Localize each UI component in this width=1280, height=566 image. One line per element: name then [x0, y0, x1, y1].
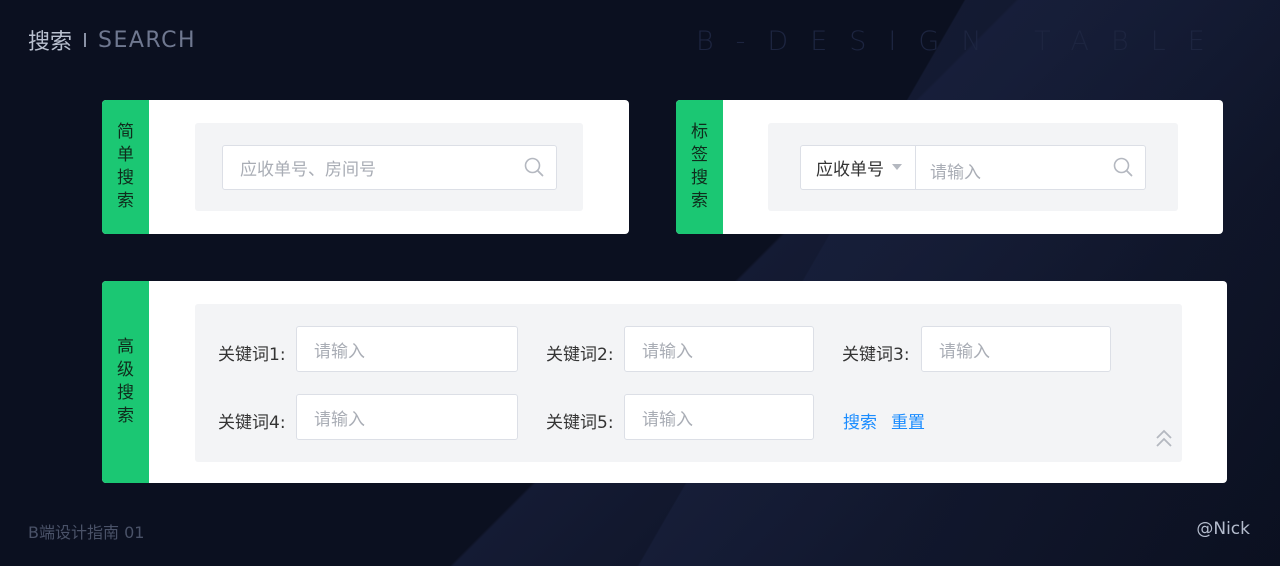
- tag-char: 索: [117, 191, 134, 211]
- tag-char: 高: [117, 337, 134, 357]
- page-title-en: SEARCH: [98, 27, 197, 53]
- search-icon[interactable]: [524, 157, 544, 177]
- tag-char: 简: [117, 122, 134, 142]
- advanced-search-card: 高 级 搜 索 关键词1: 请输入 关键词2: 请输入 关键词3: 请输入 关键…: [102, 281, 1227, 483]
- tag-search-group: 应收单号 请输入: [800, 145, 1146, 190]
- keyword1-placeholder: 请输入: [314, 341, 365, 362]
- keyword2-input[interactable]: 请输入: [624, 326, 814, 372]
- keyword3-placeholder: 请输入: [939, 341, 990, 362]
- advanced-search-panel: 关键词1: 请输入 关键词2: 请输入 关键词3: 请输入 关键词4: 请输入 …: [195, 304, 1182, 462]
- tag-search-panel: 应收单号 请输入: [768, 123, 1178, 211]
- tag-char: 搜: [117, 383, 134, 403]
- field-select-value: 应收单号: [816, 160, 884, 180]
- reset-button[interactable]: 重置: [891, 408, 925, 433]
- footer-left-text: B端设计指南 01: [28, 523, 145, 542]
- keyword3-label: 关键词3:: [842, 345, 910, 365]
- tag-char: 级: [117, 360, 134, 380]
- page-title-cn: 搜索: [28, 30, 73, 55]
- tag-search-input-placeholder[interactable]: 请输入: [930, 158, 981, 183]
- keyword1-label: 关键词1:: [218, 345, 286, 365]
- keyword5-input[interactable]: 请输入: [624, 394, 814, 440]
- field-select[interactable]: 应收单号: [801, 146, 916, 189]
- simple-search-placeholder: 应收单号、房间号: [240, 160, 376, 180]
- simple-search-panel: 应收单号、房间号: [195, 123, 583, 211]
- caret-down-icon: [892, 164, 902, 170]
- keyword2-placeholder: 请输入: [642, 341, 693, 362]
- simple-search-tag: 简 单 搜 索: [102, 100, 149, 234]
- keyword5-placeholder: 请输入: [642, 409, 693, 430]
- simple-search-input[interactable]: 应收单号、房间号: [222, 145, 557, 190]
- tag-search-card: 标 签 搜 索 应收单号 请输入: [676, 100, 1223, 234]
- page-title: 搜索 SEARCH: [28, 24, 196, 56]
- collapse-icon[interactable]: [1155, 428, 1173, 450]
- search-icon[interactable]: [1113, 157, 1133, 177]
- tag-char: 标: [691, 122, 708, 142]
- tag-char: 签: [691, 145, 708, 165]
- tag-char: 搜: [691, 168, 708, 188]
- keyword4-input[interactable]: 请输入: [296, 394, 518, 440]
- keyword3-input[interactable]: 请输入: [921, 326, 1111, 372]
- simple-search-card: 简 单 搜 索 应收单号、房间号: [102, 100, 629, 234]
- advanced-search-tag: 高 级 搜 索: [102, 281, 149, 483]
- watermark-text: B-DESIGN TABLE: [696, 26, 1227, 57]
- keyword2-label: 关键词2:: [546, 345, 614, 365]
- tag-char: 索: [691, 191, 708, 211]
- title-divider: [84, 33, 87, 47]
- keyword4-label: 关键词4:: [218, 413, 286, 433]
- search-button[interactable]: 搜索: [843, 408, 877, 433]
- tag-char: 索: [117, 406, 134, 426]
- keyword5-label: 关键词5:: [546, 413, 614, 433]
- tag-search-tag: 标 签 搜 索: [676, 100, 723, 234]
- tag-char: 单: [117, 145, 134, 165]
- tag-char: 搜: [117, 168, 134, 188]
- keyword1-input[interactable]: 请输入: [296, 326, 518, 372]
- footer-author: @Nick: [1196, 519, 1250, 539]
- keyword4-placeholder: 请输入: [314, 409, 365, 430]
